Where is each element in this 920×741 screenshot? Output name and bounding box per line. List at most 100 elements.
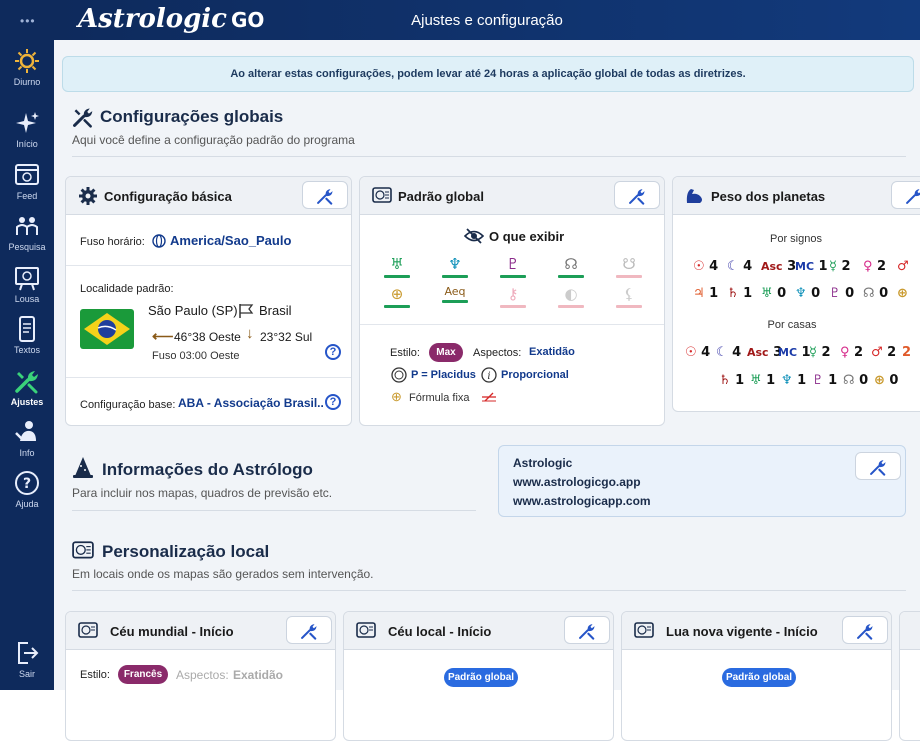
edit-button[interactable]: [855, 452, 901, 480]
tools-icon: [869, 458, 887, 476]
glyph-toggle[interactable]: ⊕: [384, 285, 410, 308]
help-icon: ?: [14, 470, 40, 496]
window-dots[interactable]: •••: [20, 14, 36, 28]
astrologer-site[interactable]: www.astrologicapp.com: [513, 494, 651, 508]
glyph-toggle[interactable]: ◐: [558, 285, 584, 308]
glyph-status-bar: [500, 305, 526, 308]
tools-icon: [905, 187, 920, 205]
sidebar-item-ajustes[interactable]: Ajustes: [0, 368, 54, 407]
edit-button[interactable]: [302, 181, 348, 209]
planet-weight: ♄ 1: [727, 286, 752, 301]
planet-weight-value: 1: [705, 286, 719, 301]
glyph-toggle[interactable]: ⚸: [616, 285, 642, 308]
edit-button[interactable]: [842, 616, 888, 644]
planet-glyph: ♂: [897, 259, 909, 274]
glyph-toggle[interactable]: ☊: [558, 255, 584, 278]
sidebar-item-feed[interactable]: Feed: [0, 162, 54, 201]
planet-weight: ♀ 2: [840, 345, 863, 360]
edit-button[interactable]: [564, 616, 610, 644]
glyph-symbol: ⚸: [624, 285, 635, 303]
help-icon[interactable]: ?: [325, 394, 341, 410]
glyph-toggle[interactable]: ☋: [616, 255, 642, 278]
planet-glyph: ☿: [809, 345, 817, 360]
chart-settings-icon: [634, 621, 654, 641]
arrow-left-icon: ⟵: [152, 327, 174, 345]
glyph-symbol: Aeq: [444, 285, 465, 298]
sidebar-item-textos[interactable]: Textos: [0, 316, 54, 355]
section-subtitle: Aqui você define a configuração padrão d…: [72, 133, 355, 147]
glyph-toggle[interactable]: ⚷: [500, 285, 526, 308]
planet-weight-value: 1: [739, 286, 753, 301]
timezone-offset: Fuso 03:00 Oeste: [152, 350, 239, 362]
sidebar-item-lousa[interactable]: Lousa: [0, 265, 54, 304]
planet-glyph: ♄: [727, 286, 739, 301]
sidebar-item-sair[interactable]: Sair: [0, 640, 54, 679]
planet-weight: Asc 3: [747, 345, 782, 360]
house-system-value[interactable]: P = Placidus: [411, 369, 476, 381]
sidebar-label: Sair: [19, 669, 35, 679]
glyph-status-bar: [558, 305, 584, 308]
planet-glyph: ☊: [863, 286, 875, 301]
planet-weight: MC 1: [795, 259, 828, 274]
top-bar: AstrologicGO Ajustes e configuração: [54, 0, 920, 40]
planet-weight: ☿ 2: [809, 345, 831, 360]
glyph-toggle[interactable]: ♆: [442, 255, 468, 278]
base-config-value[interactable]: ABA - Associação Brasil...: [178, 396, 323, 410]
glyph-status-bar: [616, 275, 642, 278]
chart-settings-icon: [72, 540, 94, 562]
latitude: 23°32 Sul: [260, 330, 312, 344]
sidebar-item-pesquisa[interactable]: Pesquisa: [0, 213, 54, 252]
astrologer-name: Astrologic: [513, 456, 572, 470]
sidebar-item-diurno[interactable]: Diurno: [0, 48, 54, 87]
sidebar-item-ajuda[interactable]: ? Ajuda: [0, 470, 54, 509]
help-icon[interactable]: ?: [325, 344, 341, 360]
planet-glyph: MC: [795, 260, 814, 273]
style-pill[interactable]: Francês: [118, 665, 168, 684]
planet-weight: ☾ 4: [716, 345, 741, 360]
divider: [360, 324, 664, 325]
tools-icon: [628, 187, 646, 205]
divider: [66, 265, 351, 266]
glyph-toggle[interactable]: ♅: [384, 255, 410, 278]
astrologer-site[interactable]: www.astrologicgo.app: [513, 475, 641, 489]
planet-glyph: ♄: [719, 373, 731, 388]
divider: [66, 377, 351, 378]
edit-button[interactable]: [286, 616, 332, 644]
sidebar-item-info[interactable]: Info: [0, 419, 54, 458]
glyph-toggle[interactable]: ♇: [500, 255, 526, 278]
planet-glyph: ♆: [795, 286, 807, 301]
planet-glyph: ♆: [781, 373, 793, 388]
edit-button[interactable]: [891, 181, 920, 209]
world-sky-card: Céu mundial - Início Estilo: Francês Asp…: [65, 611, 336, 741]
longitude: 46°38 Oeste: [174, 330, 241, 344]
card-title: Lua nova vigente - Início: [666, 624, 818, 639]
planet-weight-value: 2: [883, 345, 897, 360]
global-standard-pill[interactable]: Padrão global: [722, 668, 796, 687]
board-icon: [14, 265, 40, 291]
planet-weight-value: 4: [705, 259, 719, 274]
global-standard-card: Padrão global O que exibir ♅♆♇☊☋ ⊕Aeq⚷◐⚸…: [359, 176, 665, 426]
chart-settings-icon: [356, 621, 376, 641]
planet-glyph: ♇: [829, 286, 841, 301]
planet-weight: MC 1: [778, 345, 811, 360]
edit-button[interactable]: [614, 181, 660, 209]
sidebar-label: Textos: [14, 345, 40, 355]
tools-icon: [14, 368, 40, 394]
people-icon: [14, 213, 40, 239]
planet-weight-value: 1: [731, 373, 745, 388]
planet-weight-value: 1: [762, 373, 776, 388]
proportional-value[interactable]: Proporcional: [501, 369, 569, 381]
country-name: Brasil: [259, 303, 292, 318]
style-pill[interactable]: Max: [429, 343, 463, 362]
timezone-value[interactable]: America/Sao_Paulo: [170, 233, 291, 248]
sidebar-item-inicio[interactable]: Início: [0, 110, 54, 149]
aspects-value[interactable]: Exatidão: [529, 346, 575, 358]
glyph-toggle[interactable]: Aeq: [442, 285, 468, 303]
glyph-status-bar: [442, 275, 468, 278]
global-standard-pill[interactable]: Padrão global: [444, 668, 518, 687]
globe-icon: [152, 234, 166, 248]
planet-weight-value: 4: [739, 259, 753, 274]
main-content: Ao alterar estas configurações, podem le…: [54, 40, 920, 690]
planet-weight: ♇ 0: [829, 286, 854, 301]
glyph-symbol: ♆: [448, 255, 461, 273]
